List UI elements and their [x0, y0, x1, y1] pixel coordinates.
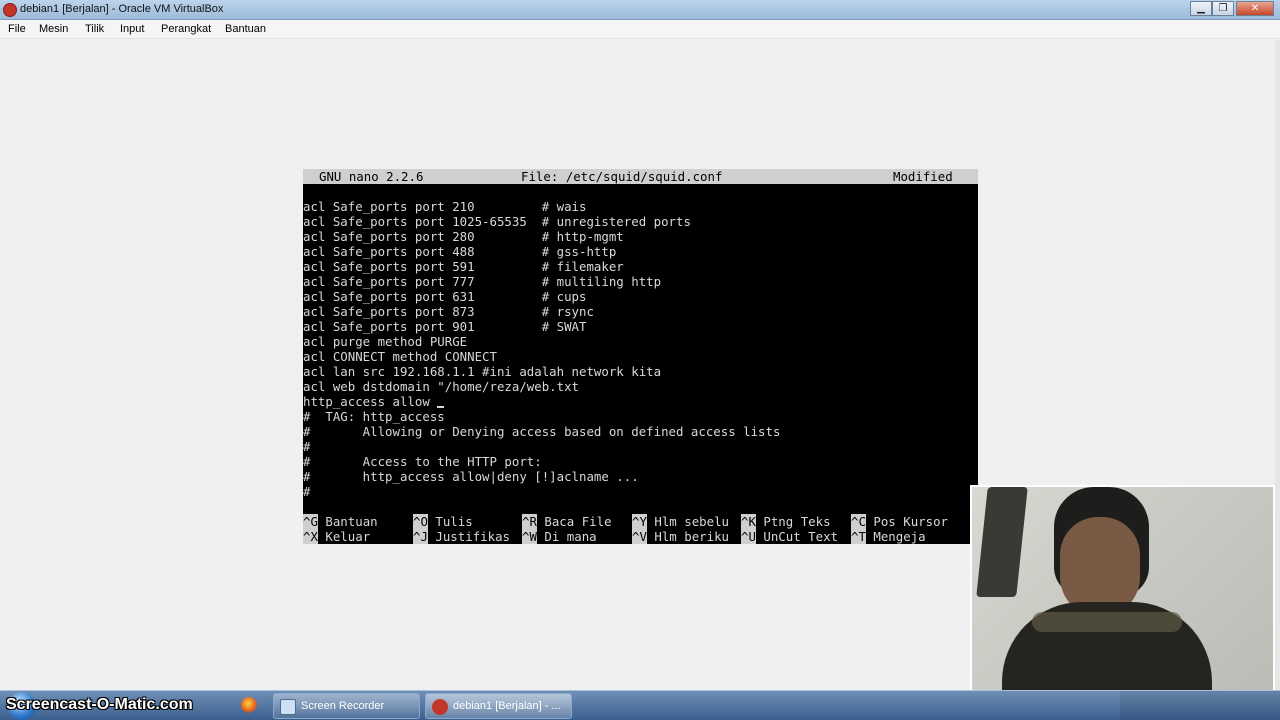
taskbar-button-label: Screen Recorder — [301, 700, 385, 712]
taskbar-button-screen-recorder[interactable]: Screen Recorder — [273, 693, 420, 719]
buffer-line: acl Safe_ports port 631 # cups — [303, 289, 587, 304]
taskbar-button-virtualbox[interactable]: debian1 [Berjalan] - ... — [425, 693, 572, 719]
shortcut-cut-text[interactable]: ^K Ptng Teks — [741, 514, 831, 529]
window-titlebar: debian1 [Berjalan] - Oracle VM VirtualBo… — [0, 0, 1280, 20]
shortcut-label: Mengeja — [873, 529, 926, 544]
buffer-line: # Allowing or Denying access based on de… — [303, 424, 781, 439]
menu-mesin[interactable]: Mesin — [39, 23, 68, 35]
buffer-line: acl Safe_ports port 488 # gss-http — [303, 244, 617, 259]
buffer-line: # TAG: http_access — [303, 409, 445, 424]
buffer-line: # Access to the HTTP port: — [303, 454, 542, 469]
buffer-line: acl Safe_ports port 210 # wais — [303, 199, 587, 214]
nano-filename: File: /etc/squid/squid.conf — [521, 169, 723, 184]
shortcut-key: ^T — [851, 529, 866, 544]
buffer-line: acl CONNECT method CONNECT — [303, 349, 497, 364]
taskbar-button-label: debian1 [Berjalan] - ... — [453, 700, 561, 712]
shortcut-key: ^R — [522, 514, 537, 529]
terminal-screen[interactable]: GNU nano 2.2.6 File: /etc/squid/squid.co… — [303, 169, 978, 544]
nano-version: GNU nano 2.2.6 — [319, 169, 424, 184]
shortcut-key: ^J — [413, 529, 428, 544]
buffer-line: acl lan src 192.168.1.1 #ini adalah netw… — [303, 364, 662, 379]
buffer-line: acl Safe_ports port 777 # multiling http — [303, 274, 662, 289]
shortcut-key: ^Y — [632, 514, 647, 529]
buffer-line: acl Safe_ports port 873 # rsync — [303, 304, 594, 319]
hanging-cloth-shape — [976, 487, 1028, 597]
shortcut-prev-page[interactable]: ^Y Hlm sebelu — [632, 514, 729, 529]
menu-input[interactable]: Input — [120, 23, 144, 35]
minimize-button[interactable]: ▁ — [1190, 1, 1212, 16]
text-cursor — [437, 406, 445, 408]
shortcut-label: Hlm sebelu — [654, 514, 729, 529]
shortcut-read-file[interactable]: ^R Baca File — [522, 514, 612, 529]
screen-recorder-icon — [280, 699, 296, 715]
shortcut-key: ^C — [851, 514, 866, 529]
shortcut-key: ^W — [522, 529, 537, 544]
shortcut-justify[interactable]: ^J Justifikas — [413, 529, 510, 544]
shirt-pattern-shape — [1032, 612, 1182, 632]
buffer-line: # http_access allow|deny [!]aclname ... — [303, 469, 639, 484]
nano-shortcut-bar: ^G Bantuan ^O Tulis ^R Baca File ^Y Hlm … — [303, 514, 978, 544]
close-button[interactable]: ✕ — [1236, 1, 1274, 16]
shortcut-key: ^X — [303, 529, 318, 544]
buffer-line: acl purge method PURGE — [303, 334, 468, 349]
shortcut-label: Di mana — [544, 529, 597, 544]
menu-bantuan[interactable]: Bantuan — [225, 23, 266, 35]
menu-perangkat[interactable]: Perangkat — [161, 23, 211, 35]
shortcut-label: Hlm beriku — [654, 529, 729, 544]
shortcut-exit[interactable]: ^X Keluar — [303, 529, 370, 544]
nano-status: Modified — [893, 169, 953, 184]
maximize-button[interactable]: ❐ — [1212, 1, 1234, 16]
screencast-watermark: Screencast-O-Matic.com — [6, 696, 193, 713]
buffer-line: acl Safe_ports port 901 # SWAT — [303, 319, 587, 334]
window-title: debian1 [Berjalan] - Oracle VM VirtualBo… — [20, 3, 224, 15]
shortcut-label: UnCut Text — [763, 529, 838, 544]
taskbar: Screencast-O-Matic.com Screen Recorder d… — [0, 690, 1280, 720]
shortcut-next-page[interactable]: ^V Hlm beriku — [632, 529, 729, 544]
shortcut-label: Ptng Teks — [763, 514, 831, 529]
shortcut-cursor-pos[interactable]: ^C Pos Kursor — [851, 514, 948, 529]
shortcut-key: ^U — [741, 529, 756, 544]
shortcut-label: Keluar — [325, 529, 371, 544]
virtualbox-icon — [3, 3, 17, 17]
menu-bar: File Mesin Tilik Input Perangkat Bantuan — [0, 20, 1280, 39]
system-tray[interactable] — [1120, 691, 1280, 720]
shortcut-key: ^V — [632, 529, 647, 544]
current-line-text: http_access allow — [303, 394, 438, 409]
buffer-line-current[interactable]: http_access allow — [303, 394, 445, 409]
shortcut-label: Tulis — [435, 514, 473, 529]
shortcut-label: Pos Kursor — [873, 514, 948, 529]
shortcut-write[interactable]: ^O Tulis — [413, 514, 473, 529]
shortcut-help[interactable]: ^G Bantuan — [303, 514, 378, 529]
vertical-scrollbar[interactable] — [1275, 40, 1280, 690]
shortcut-key: ^K — [741, 514, 756, 529]
buffer-line: # — [303, 484, 311, 499]
menu-tilik[interactable]: Tilik — [85, 23, 104, 35]
shortcut-where-is[interactable]: ^W Di mana — [522, 529, 597, 544]
shortcut-label: Baca File — [544, 514, 612, 529]
shortcut-spell[interactable]: ^T Mengeja — [851, 529, 926, 544]
buffer-line: acl web dstdomain "/home/reza/web.txt — [303, 379, 580, 394]
webcam-overlay — [970, 485, 1275, 712]
shortcut-label: Justifikas — [435, 529, 510, 544]
buffer-line: acl Safe_ports port 1025-65535 # unregis… — [303, 214, 691, 229]
shortcut-uncut-text[interactable]: ^U UnCut Text — [741, 529, 838, 544]
firefox-icon[interactable] — [241, 697, 257, 713]
shortcut-key: ^O — [413, 514, 428, 529]
shortcut-key: ^G — [303, 514, 318, 529]
virtualbox-icon — [432, 699, 448, 715]
shortcut-label: Bantuan — [325, 514, 378, 529]
buffer-line: acl Safe_ports port 591 # filemaker — [303, 259, 624, 274]
buffer-line: acl Safe_ports port 280 # http-mgmt — [303, 229, 624, 244]
menu-file[interactable]: File — [8, 23, 26, 35]
nano-header: GNU nano 2.2.6 File: /etc/squid/squid.co… — [303, 169, 978, 184]
buffer-line: # — [303, 439, 311, 454]
